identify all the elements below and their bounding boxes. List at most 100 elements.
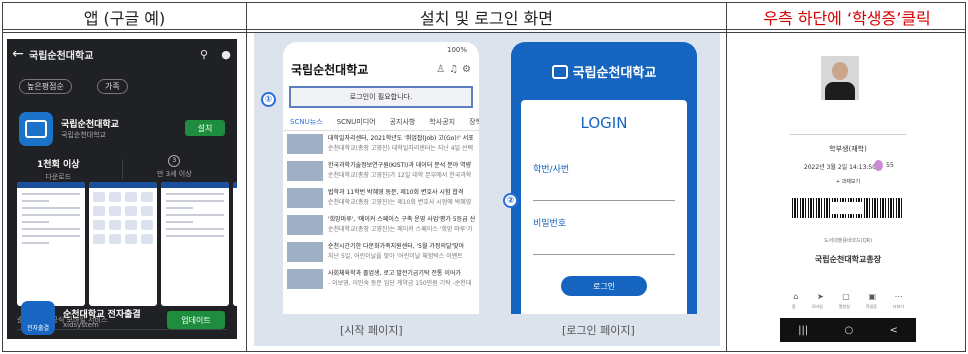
microphone-icon[interactable]: ● bbox=[215, 48, 237, 61]
news-summary: 순천대학교(총장 고영진)는 메이커 스페이스 '희망 마루'가 bbox=[328, 226, 473, 233]
refresh-button[interactable]: + 과제보기 bbox=[780, 178, 916, 185]
nav-label-mobile: 모바일 bbox=[811, 304, 823, 309]
login-logo: 국립순천대학교 bbox=[511, 62, 697, 81]
installs-count: 1천회 이상 bbox=[37, 160, 80, 170]
reading-room-icon[interactable]: ▢ bbox=[842, 292, 850, 301]
age-rating-badge: 3 bbox=[168, 155, 181, 167]
bell-icon[interactable]: ♫ bbox=[449, 64, 458, 75]
app-developer: 국립순천대학교 bbox=[61, 131, 107, 139]
app-name[interactable]: 국립순천대학교 bbox=[61, 117, 119, 130]
screenshot-thumbnail[interactable] bbox=[17, 182, 85, 306]
tab-academic-notices[interactable]: 학사공지 bbox=[422, 117, 462, 127]
news-summary: 순천대학교(총장 고영진) 대학일자리센터는 지난 4일 선택 bbox=[328, 145, 473, 152]
student-card-icon[interactable]: ▣ bbox=[868, 292, 876, 301]
login-app-title: 국립순천대학교 bbox=[572, 66, 657, 81]
login-page-phone: 국립순천대학교 LOGIN 학번/사번 비밀번호 로그인 bbox=[511, 42, 697, 314]
bottom-nav-labels: 홈 모바일 열람실 학생증 더보기 bbox=[784, 304, 912, 310]
header-student-card: 우측 하단에 ‘학생증’클릭 bbox=[763, 8, 931, 28]
step-marker-2: ② bbox=[503, 193, 518, 208]
id-input[interactable] bbox=[533, 200, 675, 201]
recents-icon[interactable]: ||| bbox=[798, 325, 808, 336]
attendance-app-icon[interactable]: 전자출결 bbox=[21, 301, 55, 335]
divider bbox=[122, 159, 123, 179]
login-required-banner[interactable]: 로그인이 필요합니다. bbox=[289, 86, 473, 108]
login-button[interactable]: 로그인 bbox=[561, 276, 647, 296]
play-store-screen: ← 국립순천대학교 ⚲ ● 높은평점순 가족 국립순천대학교 국립순천대학교 설… bbox=[7, 39, 237, 339]
play-store-topbar: ← 국립순천대학교 ⚲ ● bbox=[7, 39, 237, 69]
student-card-phone: 학부생(재학) 2022년 3월 2일 14:13:50 55 + 과제보기 도… bbox=[780, 40, 916, 342]
tab-notices[interactable]: 공지사항 bbox=[383, 117, 423, 127]
stat-age-rating: 3 만 3세 이상 bbox=[157, 155, 192, 179]
news-item[interactable]: 법학과 11학번 박혜영 동문, 제10회 변호사 시험 합격순천대학교(총장 … bbox=[283, 185, 479, 212]
app2-name[interactable]: 순천대학교 전자출결 bbox=[63, 307, 141, 320]
countdown-seconds: 55 bbox=[886, 162, 894, 169]
news-thumbnail bbox=[287, 269, 323, 289]
news-title: 순천시간기한 다문화가족지원센터, '5월 가정의달'맞아 bbox=[328, 243, 465, 250]
more-icon[interactable]: ⋯ bbox=[895, 292, 903, 301]
system-nav-bar: ||| ○ < bbox=[780, 318, 916, 342]
password-input[interactable] bbox=[533, 254, 675, 255]
news-item[interactable]: '희망마루', '메이커 스페이스 구축 운영 사업'평가 5등급 선순천대학교… bbox=[283, 212, 479, 239]
student-photo bbox=[821, 56, 859, 100]
news-item[interactable]: 대학일자리센터, 2021학년도 '취업잡(Job) 고(Go)!' 서포순천대… bbox=[283, 131, 479, 158]
news-thumbnail bbox=[287, 215, 323, 235]
app-header: 국립순천대학교 ♙ ♫ ⚙ bbox=[283, 58, 479, 80]
user-icon[interactable]: ♙ bbox=[436, 64, 445, 75]
nav-label-reading-room: 열람실 bbox=[838, 304, 850, 309]
news-item[interactable]: 사회체육학과 졸업생, 로고 발전기금기탁 전통 이어가 - 이보영, 이민숙 동… bbox=[283, 266, 479, 293]
tab-scnu-news[interactable]: SCNU뉴스 bbox=[283, 117, 330, 127]
issuer-name: 국립순천대학교총장 bbox=[814, 255, 882, 264]
login-heading: LOGIN bbox=[580, 114, 628, 132]
news-summary: 순천대학교(총장 고영진)는 제10회 변호사 시험에 박혜영 bbox=[328, 199, 472, 206]
news-thumbnail bbox=[287, 134, 323, 154]
status-bar: 100% bbox=[283, 42, 479, 58]
password-label: 비밀번호 bbox=[533, 219, 567, 229]
nav-label-more: 더보기 bbox=[892, 304, 904, 309]
send-icon[interactable]: ➤ bbox=[817, 292, 824, 301]
news-summary: 지난 5일, 어린이날을 맞아 '어린이날 체험박스 이벤트 bbox=[328, 253, 463, 260]
stat-installs: 1천회 이상 다운로드 bbox=[37, 157, 80, 182]
home-button-icon[interactable]: ○ bbox=[844, 325, 853, 336]
column-divider bbox=[246, 3, 247, 351]
filter-chip-rating[interactable]: 높은평점순 bbox=[19, 79, 72, 94]
university-logo-icon bbox=[551, 64, 568, 79]
nav-label-student-card: 학생증 bbox=[865, 304, 877, 309]
age-rating-label: 만 3세 이상 bbox=[157, 170, 192, 178]
search-icon[interactable]: ⚲ bbox=[193, 48, 215, 61]
screenshot-thumbnail[interactable] bbox=[233, 182, 237, 306]
student-status: 학부생(재학) bbox=[829, 145, 867, 153]
news-title: 법학과 11학번 박혜영 동문, 제10회 변호사 시험 합격 bbox=[328, 189, 464, 196]
login-card: LOGIN 학번/사번 비밀번호 로그인 bbox=[521, 100, 687, 314]
news-summary: - 이보영, 이민숙 동문 입단 계약금 150만원 기탁 -순천대 bbox=[328, 280, 472, 287]
install-button[interactable]: 설치 bbox=[185, 120, 225, 136]
back-arrow-icon[interactable]: ← bbox=[7, 46, 29, 62]
filter-chip-family[interactable]: 가족 bbox=[97, 79, 128, 94]
news-title: 사회체육학과 졸업생, 로고 발전기금기탁 전통 이어가 bbox=[328, 270, 461, 277]
back-icon[interactable]: < bbox=[889, 325, 897, 336]
news-title: 대학일자리센터, 2021학년도 '취업잡(Job) 고(Go)!' 서포 bbox=[328, 135, 474, 142]
home-icon[interactable]: ⌂ bbox=[793, 292, 798, 301]
battery-level: 100% bbox=[446, 46, 467, 54]
qr-icon[interactable] bbox=[874, 160, 883, 171]
news-thumbnail bbox=[287, 188, 323, 208]
scnu-app-icon[interactable] bbox=[19, 112, 53, 146]
start-page-caption: [시작 페이지] bbox=[340, 324, 403, 337]
screenshot-thumbnail[interactable] bbox=[161, 182, 229, 306]
news-item[interactable]: 한국과학기술정보연구원(KISTI)과 데이터 분석 분야 역량순천대학교(총장… bbox=[283, 158, 479, 185]
screenshot-thumbnail[interactable] bbox=[89, 182, 157, 306]
start-page-phone: 100% 국립순천대학교 ♙ ♫ ⚙ 로그인이 필요합니다. SCNU뉴스 SC… bbox=[283, 42, 479, 314]
update-button[interactable]: 업데이트 bbox=[167, 311, 225, 329]
tab-scholarship[interactable]: 장학 bbox=[462, 117, 479, 127]
news-summary: 순천대학교(총장 고영진)가 12일 대학 본부에서 한국과학 bbox=[328, 172, 472, 179]
news-item[interactable]: 순천시간기한 다문화가족지원센터, '5월 가정의달'맞아지난 5일, 어린이날… bbox=[283, 239, 479, 266]
gear-icon[interactable]: ⚙ bbox=[462, 64, 471, 75]
barcode-note: 도서대출용바코드(QR) bbox=[823, 238, 873, 244]
app-title: 국립순천대학교 bbox=[291, 62, 369, 77]
nav-label-home: 홈 bbox=[792, 304, 796, 309]
login-page-caption: [로그인 페이지] bbox=[562, 324, 635, 337]
installs-label: 다운로드 bbox=[45, 173, 72, 181]
news-title: '희망마루', '메이커 스페이스 구축 운영 사업'평가 5등급 선 bbox=[328, 216, 475, 223]
tab-scnu-media[interactable]: SCNU미디어 bbox=[330, 117, 383, 127]
news-thumbnail bbox=[287, 161, 323, 181]
news-title: 한국과학기술정보연구원(KISTI)과 데이터 분석 분야 역량 bbox=[328, 162, 472, 169]
